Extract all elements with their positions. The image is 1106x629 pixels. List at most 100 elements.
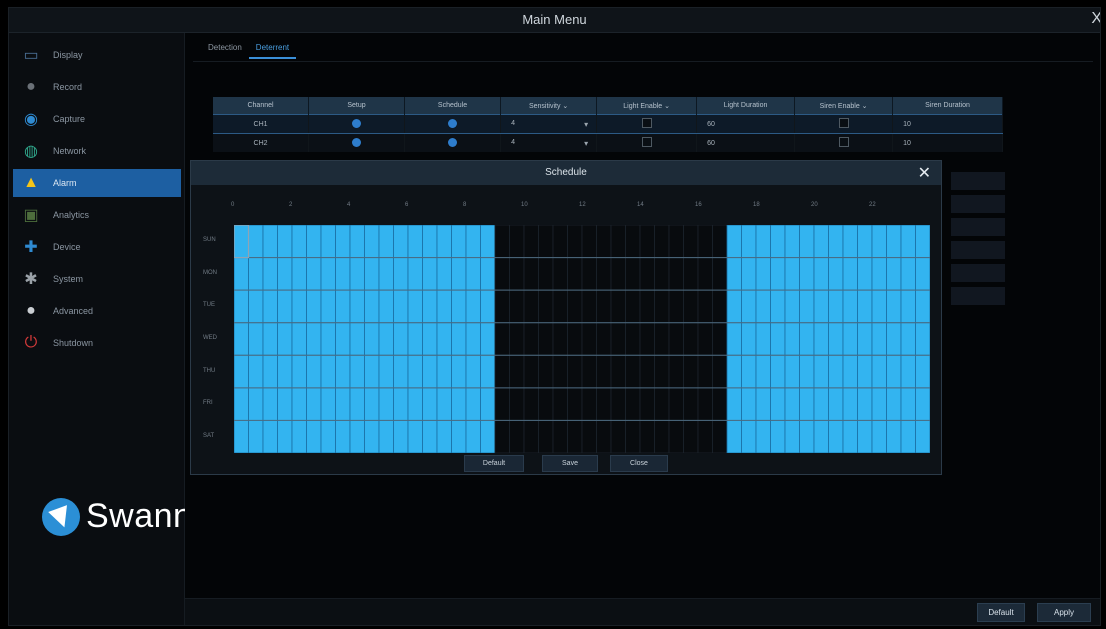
- schedule-cell[interactable]: [610, 354, 626, 389]
- schedule-cell[interactable]: [306, 289, 322, 324]
- table-row[interactable]: CH2 4 ▾ 60 10: [213, 133, 1003, 152]
- schedule-cell[interactable]: [277, 354, 293, 389]
- sidebar-item-advanced[interactable]: ● Advanced: [13, 297, 181, 325]
- schedule-cell[interactable]: [523, 354, 539, 389]
- schedule-cell[interactable]: [552, 225, 568, 258]
- schedule-cell[interactable]: [900, 322, 916, 356]
- schedule-cell[interactable]: [784, 225, 800, 258]
- schedule-cell[interactable]: [422, 354, 438, 389]
- schedule-cell[interactable]: [480, 322, 496, 356]
- light-enable-checkbox[interactable]: [596, 114, 698, 134]
- schedule-cell[interactable]: [306, 257, 322, 291]
- schedule-cell[interactable]: [538, 420, 554, 453]
- schedule-cell[interactable]: [262, 225, 278, 258]
- schedule-cell[interactable]: [378, 322, 394, 356]
- schedule-cell[interactable]: [306, 387, 322, 421]
- schedule-cell[interactable]: [581, 387, 597, 421]
- schedule-cell[interactable]: [596, 354, 612, 389]
- schedule-cell[interactable]: [480, 257, 496, 291]
- sidebar-item-network[interactable]: ◍ Network: [13, 137, 181, 165]
- schedule-cell[interactable]: [291, 354, 307, 389]
- schedule-cell[interactable]: [436, 322, 452, 356]
- sidebar-item-device[interactable]: ✚ Device: [13, 233, 181, 261]
- schedule-cell[interactable]: [581, 225, 597, 258]
- schedule-cell[interactable]: [349, 225, 365, 258]
- schedule-cell[interactable]: [842, 322, 858, 356]
- schedule-cell[interactable]: [407, 387, 423, 421]
- schedule-cell[interactable]: [857, 354, 873, 389]
- schedule-cell[interactable]: [436, 225, 452, 258]
- schedule-cell[interactable]: [654, 225, 670, 258]
- schedule-cell[interactable]: [654, 387, 670, 421]
- schedule-cell[interactable]: [639, 257, 655, 291]
- schedule-cell[interactable]: [248, 289, 264, 324]
- schedule-cell[interactable]: [509, 322, 525, 356]
- schedule-cell[interactable]: [393, 322, 409, 356]
- schedule-cell[interactable]: [842, 420, 858, 453]
- schedule-cell[interactable]: [567, 322, 583, 356]
- schedule-cell[interactable]: [610, 420, 626, 453]
- schedule-cell[interactable]: [436, 289, 452, 324]
- schedule-cell[interactable]: [581, 322, 597, 356]
- schedule-cell[interactable]: [857, 322, 873, 356]
- schedule-cell[interactable]: [712, 354, 728, 389]
- schedule-cell[interactable]: [465, 257, 481, 291]
- schedule-cell[interactable]: [465, 420, 481, 453]
- schedule-cell[interactable]: [886, 322, 902, 356]
- table-row[interactable]: CH1 4 ▾ 60 10: [213, 114, 1003, 134]
- schedule-cell[interactable]: [828, 257, 844, 291]
- schedule-cell[interactable]: [596, 257, 612, 291]
- schedule-cell[interactable]: [523, 257, 539, 291]
- schedule-cell[interactable]: [436, 257, 452, 291]
- schedule-cell[interactable]: [886, 225, 902, 258]
- schedule-cell[interactable]: [799, 387, 815, 421]
- schedule-cell[interactable]: [436, 387, 452, 421]
- schedule-cell[interactable]: [610, 322, 626, 356]
- light-duration-field[interactable]: 60: [696, 114, 796, 134]
- schedule-cell[interactable]: [277, 420, 293, 453]
- schedule-cell[interactable]: [697, 257, 713, 291]
- schedule-cell[interactable]: [697, 289, 713, 324]
- schedule-cell[interactable]: [248, 420, 264, 453]
- schedule-cell[interactable]: [755, 354, 771, 389]
- schedule-cell[interactable]: [262, 420, 278, 453]
- schedule-cell[interactable]: [262, 322, 278, 356]
- schedule-cell[interactable]: [364, 225, 380, 258]
- schedule-default-button[interactable]: Default: [464, 455, 524, 472]
- schedule-cell[interactable]: [784, 354, 800, 389]
- schedule-cell[interactable]: [581, 289, 597, 324]
- schedule-cell[interactable]: [741, 322, 757, 356]
- schedule-cell[interactable]: [277, 322, 293, 356]
- schedule-cell[interactable]: [697, 225, 713, 258]
- schedule-cell[interactable]: [654, 257, 670, 291]
- schedule-cell[interactable]: [393, 387, 409, 421]
- schedule-cell[interactable]: [741, 257, 757, 291]
- schedule-cell[interactable]: [494, 420, 510, 453]
- schedule-cell[interactable]: [335, 225, 351, 258]
- schedule-cell[interactable]: [654, 420, 670, 453]
- column-header[interactable]: Siren Enable ⌄: [794, 97, 894, 115]
- schedule-cell[interactable]: [494, 289, 510, 324]
- schedule-cell[interactable]: [799, 322, 815, 356]
- schedule-cell[interactable]: [291, 289, 307, 324]
- schedule-cell[interactable]: [567, 257, 583, 291]
- schedule-cell[interactable]: [538, 289, 554, 324]
- schedule-cell[interactable]: [842, 289, 858, 324]
- schedule-cell[interactable]: [668, 322, 684, 356]
- schedule-cell[interactable]: [393, 289, 409, 324]
- schedule-cell[interactable]: [378, 289, 394, 324]
- schedule-cell[interactable]: [552, 257, 568, 291]
- schedule-cell[interactable]: [770, 354, 786, 389]
- schedule-cell[interactable]: [668, 225, 684, 258]
- schedule-cell[interactable]: [465, 225, 481, 258]
- schedule-cell[interactable]: [784, 420, 800, 453]
- schedule-cell[interactable]: [451, 257, 467, 291]
- schedule-cell[interactable]: [480, 225, 496, 258]
- schedule-cell[interactable]: [262, 387, 278, 421]
- schedule-cell[interactable]: [335, 420, 351, 453]
- schedule-cell[interactable]: [320, 289, 336, 324]
- schedule-cell[interactable]: [668, 257, 684, 291]
- schedule-cell[interactable]: [378, 354, 394, 389]
- siren-enable-checkbox[interactable]: [794, 114, 894, 134]
- sidebar-item-display[interactable]: ▭ Display: [13, 41, 181, 69]
